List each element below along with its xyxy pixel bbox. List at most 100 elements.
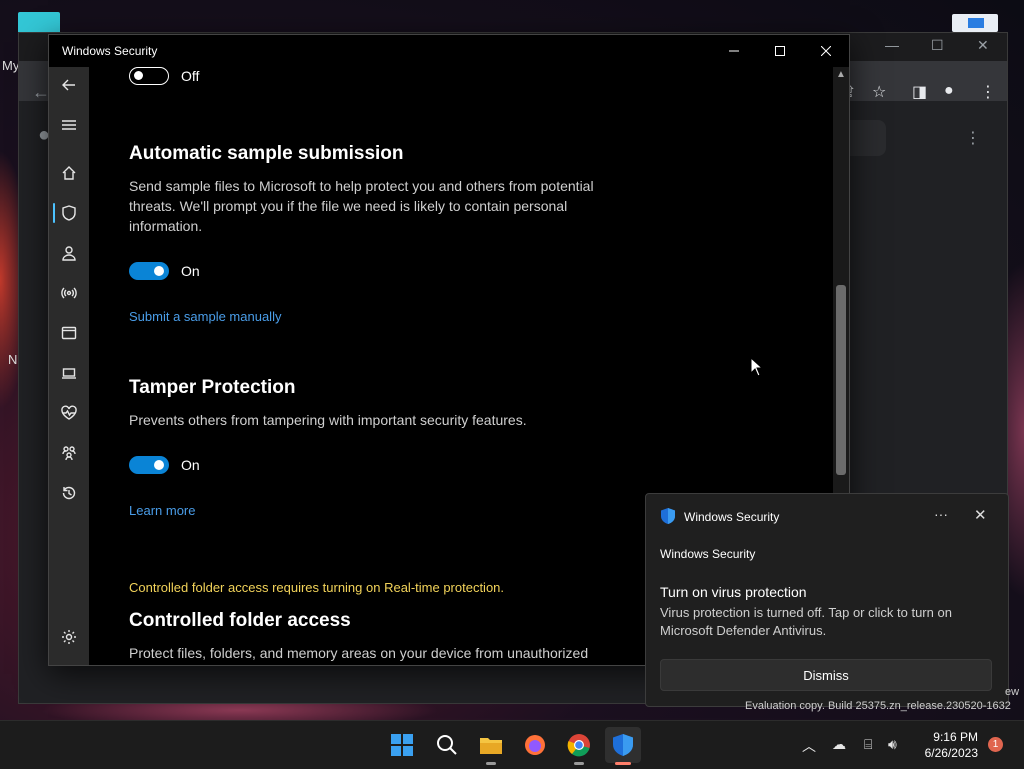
scrollbar-thumb[interactable]: [836, 285, 846, 475]
nav-device-security[interactable]: [49, 359, 89, 387]
chrome-icon: [567, 734, 590, 757]
watermark-build-text: Evaluation copy. Build 25375.zn_release.…: [745, 700, 1011, 712]
family-icon: [62, 446, 76, 461]
antenna-icon: [61, 287, 77, 299]
top-toggle-row: Off: [129, 67, 199, 85]
firefox-icon: [525, 735, 545, 755]
search-icon: [437, 735, 457, 755]
section-title-tamper-protection: Tamper Protection: [129, 377, 296, 398]
browser-minimize-button[interactable]: —: [885, 37, 899, 53]
toast-heading: Turn on virus protection: [660, 584, 807, 600]
gear-icon: [62, 630, 76, 644]
maximize-button[interactable]: [757, 35, 803, 67]
network-icon[interactable]: ⌸: [864, 736, 872, 753]
clock[interactable]: 9:16 PM 6/26/2023: [912, 729, 978, 761]
sample-submission-toggle[interactable]: [129, 262, 169, 280]
running-indicator: [486, 762, 496, 765]
menu-button[interactable]: [49, 111, 89, 139]
toast-body: Virus protection is turned off. Tap or c…: [660, 605, 952, 638]
browser-close-button[interactable]: ✕: [977, 37, 989, 54]
watermark-text: ew: [1005, 686, 1020, 698]
volume-icon[interactable]: 🔊︎: [888, 736, 897, 753]
toggle-state-label: Off: [181, 68, 200, 84]
navigation-sidebar: [49, 67, 89, 665]
notification-badge[interactable]: 1: [988, 737, 1003, 752]
home-icon: [62, 166, 76, 180]
browser-maximize-button[interactable]: ☐: [931, 37, 944, 54]
clock-date: 6/26/2023: [924, 746, 978, 760]
start-button[interactable]: [384, 727, 420, 763]
close-button[interactable]: [803, 35, 849, 67]
section-description-sample-submission: Send sample files to Microsoft to help p…: [129, 178, 594, 234]
active-app-indicator: [615, 762, 631, 765]
section-title-sample-submission: Automatic sample submission: [129, 143, 404, 164]
close-icon: [821, 46, 831, 56]
browser-window-icon: [61, 326, 77, 340]
firefox-button[interactable]: [517, 727, 553, 763]
chrome-button[interactable]: [561, 727, 597, 763]
windows-security-shield-icon: [661, 508, 675, 524]
maximize-icon: [775, 46, 785, 56]
dismiss-button[interactable]: Dismiss: [660, 659, 992, 691]
window-title: Windows Security: [62, 44, 158, 58]
nav-device-performance[interactable]: [49, 399, 89, 427]
desktop-icon[interactable]: [18, 12, 60, 34]
history-icon: [62, 486, 76, 500]
clock-time: 9:16 PM: [933, 730, 978, 744]
tamper-protection-toggle[interactable]: [129, 456, 169, 474]
sample-submission-toggle-row: On: [129, 262, 200, 280]
shield-icon: [62, 205, 76, 221]
nav-app-browser-control[interactable]: [49, 319, 89, 347]
back-button[interactable]: [49, 71, 89, 99]
desktop-icon-label: N: [8, 352, 18, 367]
laptop-icon: [62, 368, 76, 379]
section-description-controlled-folder: Protect files, folders, and memory areas…: [129, 645, 589, 661]
shield-icon: [613, 734, 633, 756]
window-titlebar: Windows Security: [49, 35, 849, 67]
folder-icon: [480, 738, 502, 754]
side-panel-icon[interactable]: ◨: [912, 82, 927, 102]
learn-more-link[interactable]: Learn more: [129, 503, 195, 518]
nav-account-protection[interactable]: [49, 239, 89, 267]
submit-sample-link[interactable]: Submit a sample manually: [129, 309, 281, 324]
nav-firewall[interactable]: [49, 279, 89, 307]
taskbar: ︿ ☁ ⌸ 🔊︎ 9:16 PM 6/26/2023 1: [0, 720, 1024, 769]
browser-menu-icon[interactable]: ⋮: [980, 82, 996, 102]
search-button[interactable]: [429, 727, 465, 763]
toast-subheader: Windows Security: [660, 547, 756, 561]
toggle-state-label: On: [181, 263, 200, 279]
running-indicator: [574, 762, 584, 765]
minimize-icon: [729, 50, 739, 52]
cloud-offline-icon[interactable]: ☁: [832, 736, 846, 753]
toast-close-icon[interactable]: ✕: [974, 506, 987, 524]
bookmark-star-icon[interactable]: ☆: [872, 82, 886, 102]
nav-protection-history[interactable]: [49, 479, 89, 507]
scroll-up-icon[interactable]: ▲: [836, 69, 846, 80]
section-title-controlled-folder: Controlled folder access: [129, 610, 351, 631]
windows-security-taskbar-button[interactable]: [605, 727, 641, 763]
toast-more-options-icon[interactable]: ···: [934, 506, 948, 522]
nav-settings[interactable]: [49, 623, 89, 651]
desktop-icon[interactable]: [952, 14, 998, 32]
nav-family-options[interactable]: [49, 439, 89, 467]
controlled-folder-warning: Controlled folder access requires turnin…: [129, 580, 505, 595]
page-menu-icon[interactable]: ⋮: [965, 128, 981, 148]
heart-pulse-icon: [61, 405, 77, 420]
nav-home[interactable]: [49, 159, 89, 187]
hamburger-icon: [62, 120, 76, 130]
previous-setting-toggle[interactable]: [129, 67, 169, 85]
notification-toast[interactable]: Windows Security ··· ✕ Windows Security …: [645, 493, 1009, 707]
mouse-cursor-icon: [750, 357, 764, 377]
back-arrow-icon: [62, 79, 75, 91]
section-description-tamper-protection: Prevents others from tampering with impo…: [129, 412, 527, 428]
windows-logo-icon: [391, 734, 413, 756]
person-icon: [62, 246, 76, 261]
toast-app-name: Windows Security: [684, 510, 780, 524]
tamper-protection-toggle-row: On: [129, 456, 200, 474]
toggle-state-label: On: [181, 457, 200, 473]
file-explorer-button[interactable]: [473, 727, 509, 763]
nav-virus-protection[interactable]: [49, 199, 89, 227]
profile-icon[interactable]: ●: [944, 82, 954, 100]
show-hidden-icons-chevron-icon[interactable]: ︿: [802, 736, 816, 756]
minimize-button[interactable]: [711, 35, 757, 67]
